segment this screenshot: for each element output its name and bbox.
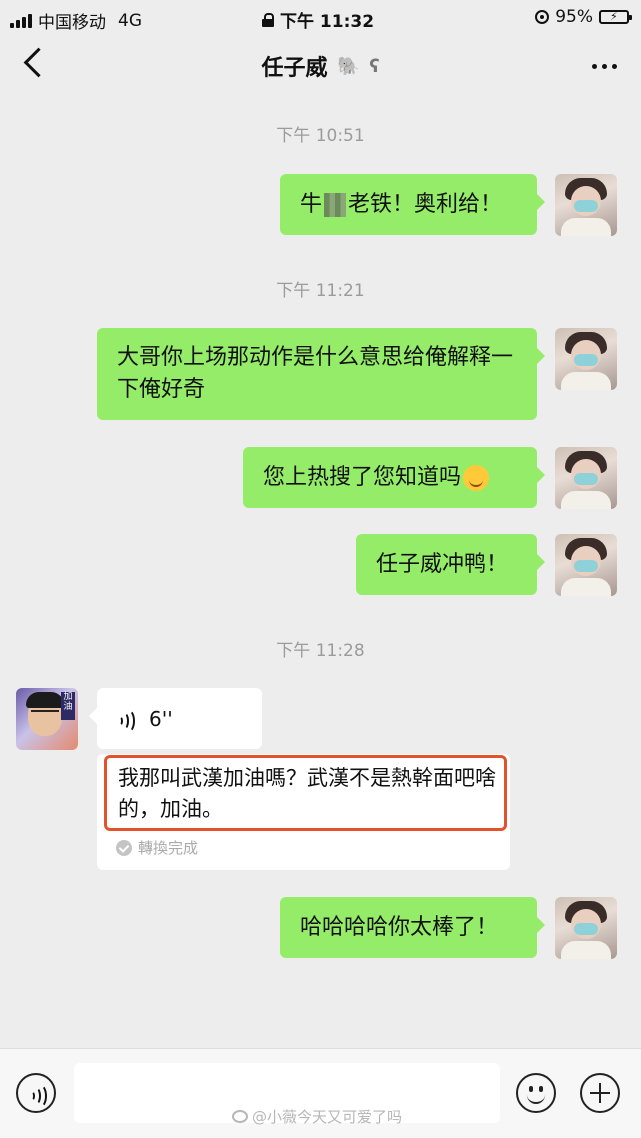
voice-message[interactable]: 6'' [89, 688, 262, 749]
message-bubble[interactable]: 任子威冲鸭！ [356, 534, 545, 595]
message-text: 您上热搜了您知道吗 [263, 465, 462, 490]
message-bubble[interactable]: 您上热搜了您知道吗 [243, 447, 545, 508]
signal-icon [10, 13, 32, 28]
check-circle-icon [116, 839, 132, 856]
watermark-text: @小薇今天又可爱了吗 [252, 1108, 403, 1126]
transcription-text: 我那叫武漢加油嗎？武漢不是熱幹面吧啥的，加油。 [118, 766, 496, 821]
voice-wave-icon [29, 1084, 47, 1108]
voice-duration: 6'' [149, 706, 173, 731]
message-bubble[interactable]: 大哥你上场那动作是什么意思给俺解释一下俺好奇 [97, 328, 545, 420]
voice-wave-icon [117, 708, 135, 733]
battery-percent: 95% [555, 7, 593, 27]
elephant-icon: 🐘 [337, 55, 360, 77]
message-bubble[interactable]: 牛老铁！奥利给！ [280, 174, 545, 235]
transcription-status-label: 轉換完成 [138, 839, 199, 857]
mosaic-censor [324, 193, 347, 217]
network-label: 4G [118, 10, 142, 31]
contact-avatar[interactable]: 加油 [16, 688, 78, 750]
watermark: @小薇今天又可爱了吗 [232, 1106, 402, 1127]
my-avatar[interactable] [555, 174, 617, 236]
rotation-lock-icon [535, 10, 550, 24]
clock: 下午 11:32 [280, 12, 375, 32]
my-avatar[interactable] [555, 447, 617, 509]
message-text: 大哥你上场那动作是什么意思给俺解释一下俺好奇 [117, 345, 514, 402]
chat-title: 任子威 [261, 56, 328, 81]
emoji-button[interactable] [516, 1073, 556, 1113]
weibo-icon [232, 1110, 248, 1123]
more-icon[interactable] [592, 64, 617, 69]
transcription-status: 轉換完成 [116, 837, 198, 858]
message-text: 任子威冲鸭！ [376, 552, 509, 577]
lock-icon [262, 12, 274, 27]
battery-icon: ⚡ [599, 10, 632, 24]
chat-header: 任子威 🐘 ʕ [0, 36, 641, 96]
message-text: 牛 [300, 192, 323, 217]
timestamp: 下午 10:51 [276, 126, 365, 146]
more-actions-button[interactable] [580, 1073, 620, 1113]
timestamp: 下午 11:21 [276, 281, 365, 301]
message-text: 老铁！奥利给！ [348, 192, 503, 217]
message-bubble[interactable]: 哈哈哈哈你太棒了！ [280, 897, 545, 958]
my-avatar[interactable] [555, 534, 617, 596]
timestamp: 下午 11:28 [276, 641, 365, 661]
ear-icon: ʕ [369, 55, 380, 77]
status-bar: 中国移动 4G 下午 11:32 95% ⚡ [0, 0, 641, 36]
shushing-face-icon [463, 465, 490, 491]
message-text: 哈哈哈哈你太棒了！ [300, 915, 499, 940]
carrier-label: 中国移动 [38, 13, 106, 33]
voice-input-button[interactable] [16, 1073, 56, 1113]
my-avatar[interactable] [555, 897, 617, 959]
my-avatar[interactable] [555, 328, 617, 390]
